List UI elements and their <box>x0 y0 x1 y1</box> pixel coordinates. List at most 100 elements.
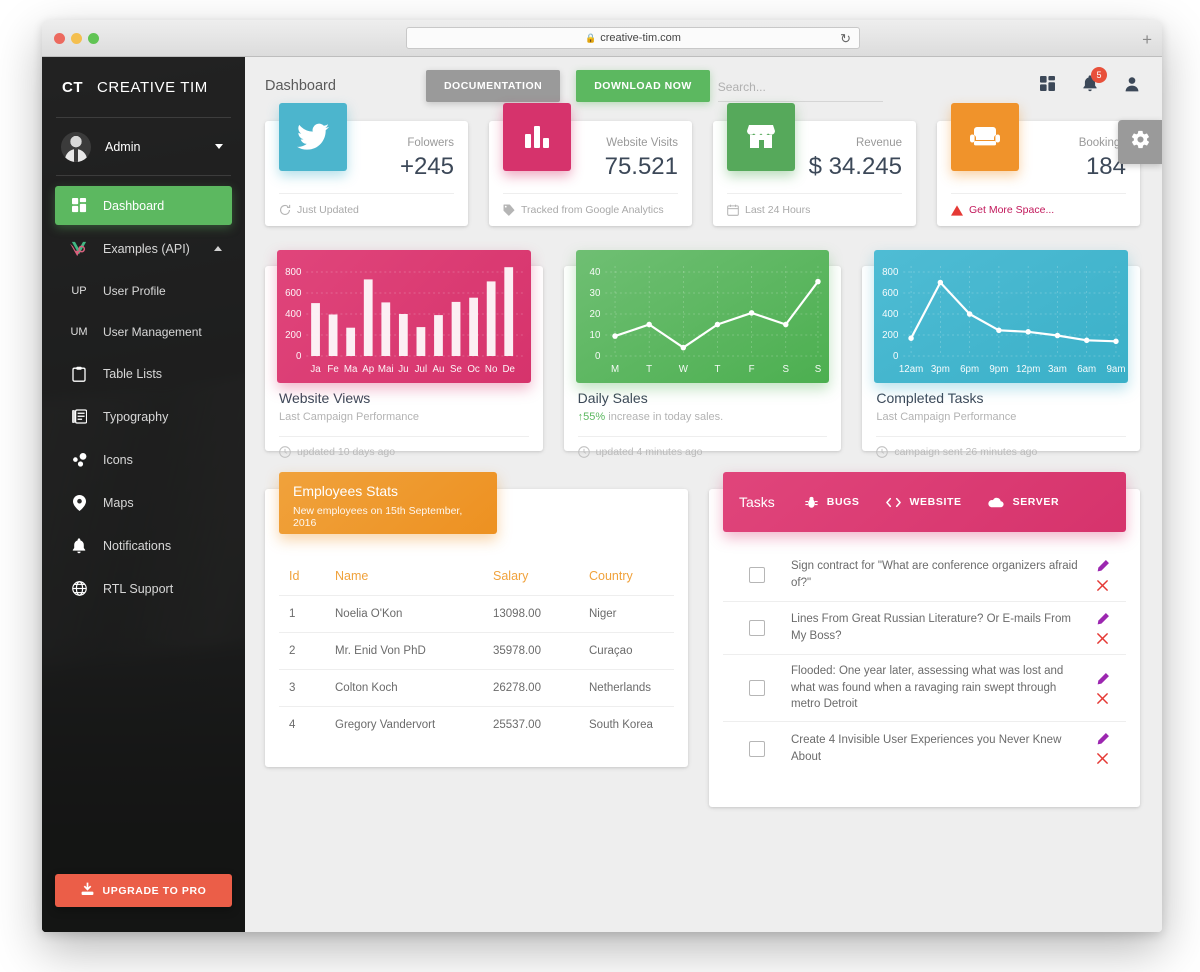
cell-salary: 13098.00 <box>483 595 579 633</box>
close-icon[interactable] <box>1096 692 1110 705</box>
sidebar-item-label: Maps <box>103 495 134 510</box>
stat-cards-row: Folowers +245 Just Updated Website Visit… <box>265 103 1140 226</box>
grid-icon[interactable] <box>1040 75 1056 97</box>
daily-sales-chart: 40 30 20 10 0 M T W T F S S <box>575 250 830 383</box>
person-icon[interactable] <box>1124 76 1140 97</box>
download-now-button[interactable]: DOWNLOAD NOW <box>576 70 710 102</box>
stat-card-website-visits: Website Visits 75.521 Tracked from Googl… <box>489 103 692 226</box>
close-icon[interactable] <box>1096 632 1110 645</box>
sidebar-item-typography[interactable]: Typography <box>55 397 232 436</box>
svg-text:9pm: 9pm <box>990 364 1009 375</box>
cell-name: Noelia O'Kon <box>325 595 483 633</box>
task-checkbox[interactable] <box>749 680 765 696</box>
pencil-icon[interactable] <box>1096 612 1110 626</box>
svg-text:T: T <box>714 364 720 375</box>
tab-website[interactable]: WEBSITE <box>885 496 962 508</box>
table-row[interactable]: 2 Mr. Enid Von PhD 35978.00 Curaçao <box>279 632 674 670</box>
search-field[interactable] <box>717 78 883 102</box>
plus-icon[interactable]: + <box>1142 31 1152 48</box>
reload-icon[interactable]: ↻ <box>840 31 851 47</box>
column-header-salary: Salary <box>483 561 579 596</box>
sidebar-item-label: User Management <box>103 324 202 339</box>
website-views-chart: 800 600 400 200 0 Ja Fe Ma Ap Mai Ju Jul… <box>277 250 531 383</box>
table-row[interactable]: 4 Gregory Vandervort 25537.00 South Kore… <box>279 707 674 744</box>
chart-title: Daily Sales <box>577 390 648 406</box>
svg-text:600: 600 <box>882 288 899 299</box>
chart-footer: campaign sent 26 minutes ago <box>876 436 1127 467</box>
sidebar-item-dashboard[interactable]: Dashboard <box>55 186 232 225</box>
sidebar-item-user-management[interactable]: UM User Management <box>55 313 232 350</box>
column-header-id: Id <box>279 561 325 596</box>
svg-text:No: No <box>485 364 498 375</box>
notification-badge: 5 <box>1091 67 1107 83</box>
sidebar-item-label: RTL Support <box>103 581 174 596</box>
cell-country: South Korea <box>589 719 653 731</box>
maximize-window-button[interactable] <box>88 33 99 44</box>
line-chart-svg: 40 30 20 10 0 M T W T F S S <box>589 266 822 375</box>
close-icon[interactable] <box>1096 579 1110 592</box>
pencil-icon[interactable] <box>1096 559 1110 573</box>
page-title: Dashboard <box>265 78 336 94</box>
twitter-icon <box>279 103 347 171</box>
warning-icon <box>951 204 963 216</box>
chart-title: Website Views <box>279 390 371 406</box>
window-controls[interactable] <box>54 33 99 44</box>
avatar <box>61 131 91 162</box>
bottom-row: Employees Stats New employees on 15th Se… <box>265 472 1140 807</box>
svg-text:400: 400 <box>882 309 899 320</box>
stat-footer: Tracked from Google Analytics <box>503 193 678 226</box>
task-row: Create 4 Invisible User Experiences you … <box>723 722 1126 775</box>
chevron-down-icon[interactable] <box>215 144 223 149</box>
address-bar[interactable]: 🔒 creative-tim.com ↻ <box>406 27 860 49</box>
sidebar: CT CREATIVE TIM Admin Dashboard Examples… <box>42 57 245 932</box>
tab-label: SERVER <box>1012 496 1060 508</box>
search-input[interactable] <box>717 80 883 94</box>
pencil-icon[interactable] <box>1096 732 1110 746</box>
documentation-button[interactable]: DOCUMENTATION <box>425 70 561 102</box>
clock-icon <box>577 446 590 458</box>
minimize-window-button[interactable] <box>71 33 82 44</box>
upgrade-to-pro-button[interactable]: UPGRADE TO PRO <box>55 874 232 907</box>
stat-card-followers: Folowers +245 Just Updated <box>265 103 468 226</box>
sidebar-item-icons[interactable]: Icons <box>55 440 232 479</box>
chart-footer-text: updated 10 days ago <box>297 446 396 458</box>
sidebar-user[interactable]: Admin <box>42 118 245 175</box>
svg-text:3pm: 3pm <box>931 364 950 375</box>
close-window-button[interactable] <box>54 33 65 44</box>
chart-subtitle: Last Campaign Performance <box>876 411 1017 423</box>
tasks-title: Tasks <box>739 494 775 510</box>
task-checkbox[interactable] <box>749 567 765 583</box>
sidebar-item-maps[interactable]: Maps <box>55 483 232 522</box>
typography-icon <box>67 409 91 424</box>
table-header-row: Id Name Salary Country <box>279 561 674 596</box>
settings-panel-toggle[interactable] <box>1118 120 1162 164</box>
sidebar-item-user-profile[interactable]: UP User Profile <box>55 272 232 309</box>
tab-server[interactable]: SERVER <box>987 496 1060 508</box>
sofa-icon <box>951 103 1019 171</box>
chevron-up-icon[interactable] <box>214 246 222 251</box>
sidebar-item-examples[interactable]: Examples (API) <box>55 229 232 268</box>
sidebar-item-notifications[interactable]: Notifications <box>55 526 232 565</box>
task-actions <box>1096 559 1110 592</box>
sidebar-item-rtl-support[interactable]: RTL Support <box>55 569 232 608</box>
task-checkbox[interactable] <box>749 620 765 636</box>
cell-salary: 26278.00 <box>483 669 579 707</box>
close-icon[interactable] <box>1096 752 1110 765</box>
topbar: Dashboard DOCUMENTATION DOWNLOAD NOW Sea… <box>245 57 1162 115</box>
chart-card-daily-sales: 40 30 20 10 0 M T W T F S S Daily Sales … <box>563 250 842 458</box>
notifications-bell-icon[interactable]: 5 <box>1082 67 1107 97</box>
brand[interactable]: CT CREATIVE TIM <box>42 57 245 117</box>
bell-icon <box>67 537 91 554</box>
stat-footer: Last 24 Hours <box>727 193 902 226</box>
table-row[interactable]: 3 Colton Koch 26278.00 Netherlands <box>279 669 674 707</box>
table-row[interactable]: 1 Noelia O'Kon 13098.00 Niger <box>279 595 674 633</box>
task-checkbox[interactable] <box>749 740 765 757</box>
pencil-icon[interactable] <box>1096 672 1110 686</box>
sidebar-item-table-lists[interactable]: Table Lists <box>55 354 232 393</box>
chart-footer-text: updated 4 minutes ago <box>595 446 703 458</box>
stat-footer[interactable]: Get More Space... <box>951 193 1126 226</box>
employees-stats-title: Employees Stats <box>293 483 399 499</box>
tab-bugs[interactable]: BUGS <box>805 496 860 509</box>
chart-subtitle: ↑55% increase in today sales. <box>578 411 828 423</box>
task-row: Flooded: One year later, assessing what … <box>723 655 1126 723</box>
